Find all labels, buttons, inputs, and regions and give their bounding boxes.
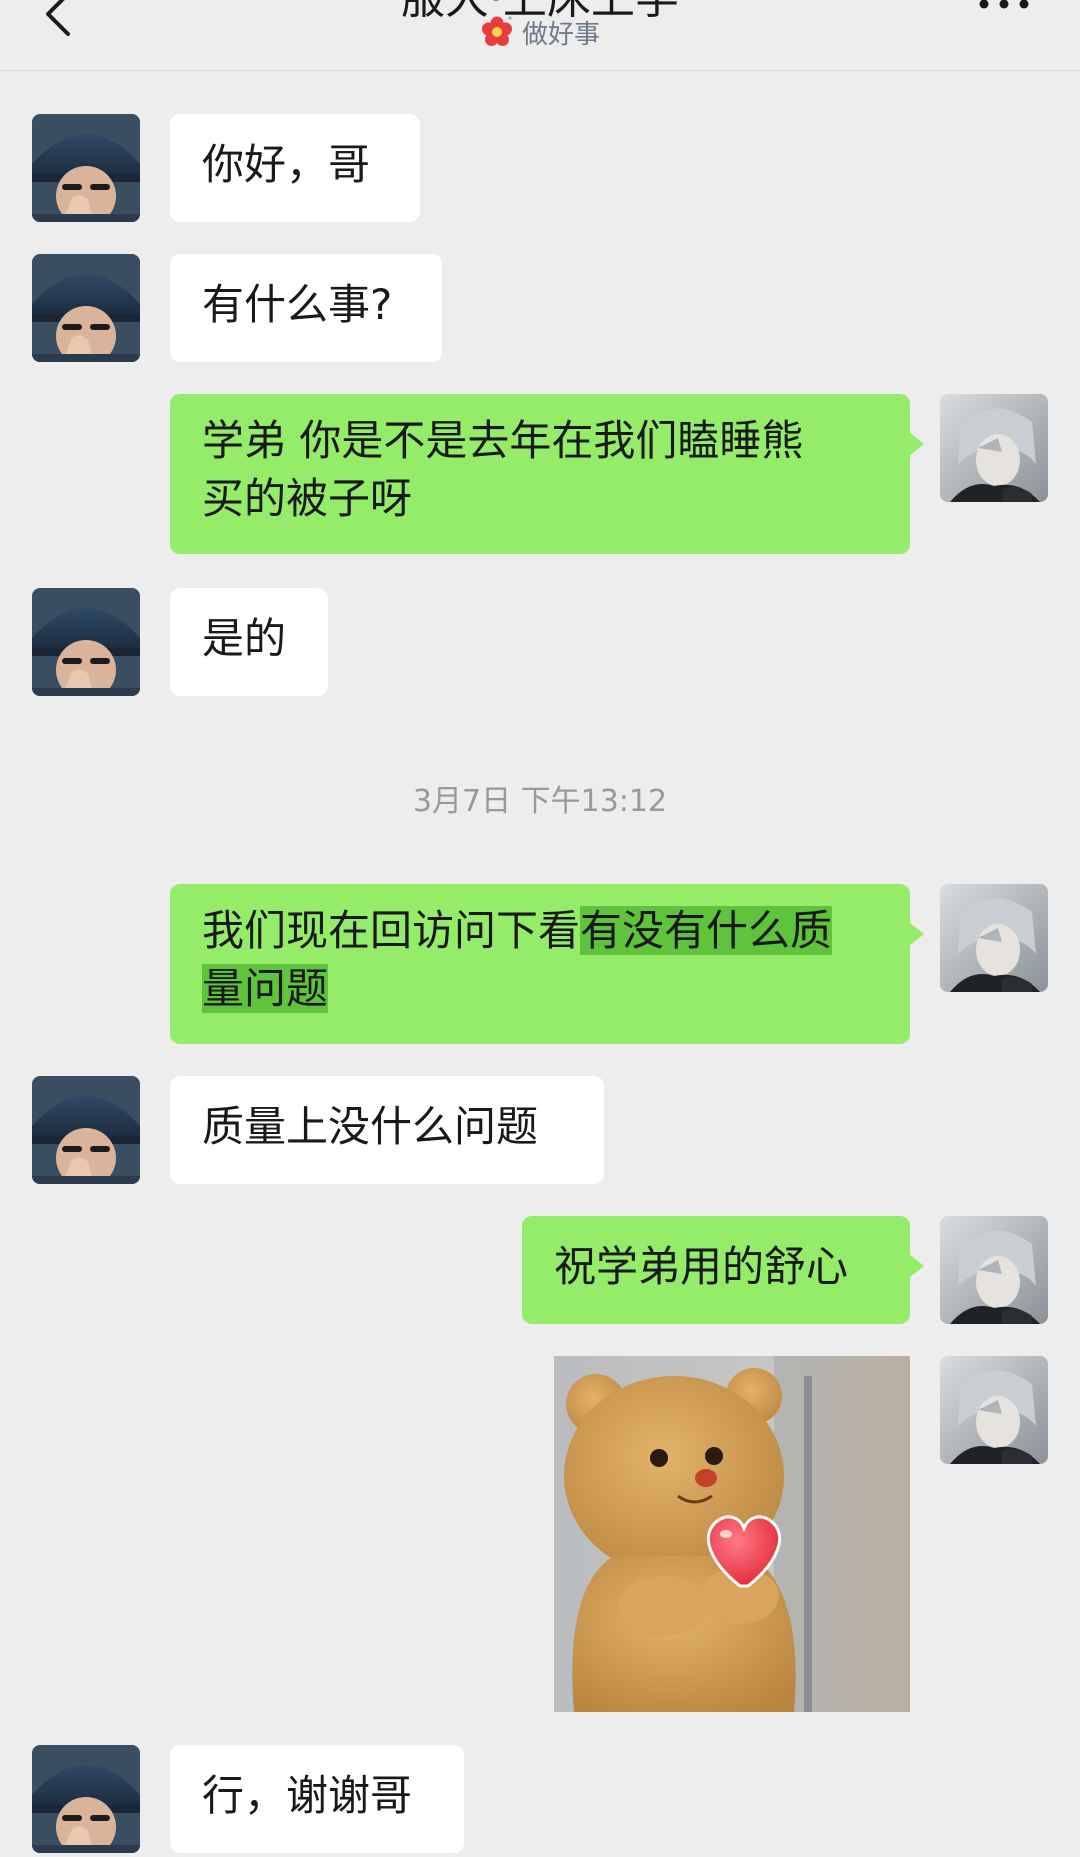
chat-screen: 服大·上床上学 做好事	[0, 0, 1080, 1857]
message-bubble-incoming[interactable]: 行，谢谢哥	[170, 1745, 464, 1853]
self-avatar[interactable]	[940, 884, 1048, 992]
message-bubble-outgoing[interactable]: 我们现在回访问下看有没有什么质 量问题	[170, 884, 924, 1044]
message-text-line: 学弟 你是不是去年在我们瞌睡熊	[202, 416, 804, 465]
message-text-line: 量问题	[202, 960, 878, 1018]
message-text: 行，谢谢哥	[202, 1771, 413, 1820]
chat-header: 服大·上床上学 做好事	[0, 0, 1080, 71]
bear-heart-sticker	[554, 1356, 910, 1712]
avatar-image	[940, 394, 1048, 502]
avatar-image	[32, 1745, 140, 1853]
avatar-image	[940, 1356, 1048, 1464]
message-text: 你好，哥	[202, 140, 371, 189]
chevron-left-icon[interactable]	[40, 0, 80, 40]
message-text-line: 买的被子呀	[202, 474, 413, 523]
message-text: 有什么事?	[202, 280, 393, 329]
message-timestamp: 3月7日 下午13:12	[412, 784, 668, 819]
message-bubble-outgoing[interactable]: 祝学弟用的舒心	[522, 1216, 924, 1324]
more-dots-icon[interactable]	[976, 0, 1032, 18]
contact-avatar[interactable]	[32, 1745, 140, 1853]
message-text: 祝学弟用的舒心	[554, 1242, 849, 1291]
message-text-selected[interactable]: 量问题	[202, 964, 329, 1013]
self-avatar[interactable]	[940, 1356, 1048, 1464]
message-text-selected[interactable]: 有没有什么质	[580, 906, 833, 955]
avatar-image	[940, 1216, 1048, 1324]
message-text-plain: 我们现在回访问下看	[202, 906, 581, 955]
message-bubble-incoming[interactable]: 你好，哥	[170, 114, 420, 222]
status-text: 做好事	[522, 19, 601, 50]
avatar-image	[32, 588, 140, 696]
avatar-image	[940, 884, 1048, 992]
message-text: 是的	[202, 614, 287, 663]
message-bubble-incoming[interactable]: 是的	[170, 588, 328, 696]
avatar-image	[32, 254, 140, 362]
contact-avatar[interactable]	[32, 1076, 140, 1184]
avatar-image	[32, 1076, 140, 1184]
status-row[interactable]: 做好事	[480, 14, 600, 50]
message-bubble-outgoing[interactable]: 学弟 你是不是去年在我们瞌睡熊 买的被子呀	[170, 394, 924, 554]
message-text-line: 我们现在回访问下看有没有什么质	[202, 902, 878, 960]
self-avatar[interactable]	[940, 394, 1048, 502]
contact-avatar[interactable]	[32, 254, 140, 362]
red-flower-icon	[482, 16, 512, 46]
self-avatar[interactable]	[940, 1216, 1048, 1324]
contact-avatar[interactable]	[32, 588, 140, 696]
message-text: 质量上没什么问题	[202, 1102, 539, 1151]
avatar-image	[32, 114, 140, 222]
contact-avatar[interactable]	[32, 114, 140, 222]
message-bubble-incoming[interactable]: 有什么事?	[170, 254, 442, 362]
message-bubble-incoming[interactable]: 质量上没什么问题	[170, 1076, 604, 1184]
sticker-image[interactable]	[554, 1356, 910, 1712]
